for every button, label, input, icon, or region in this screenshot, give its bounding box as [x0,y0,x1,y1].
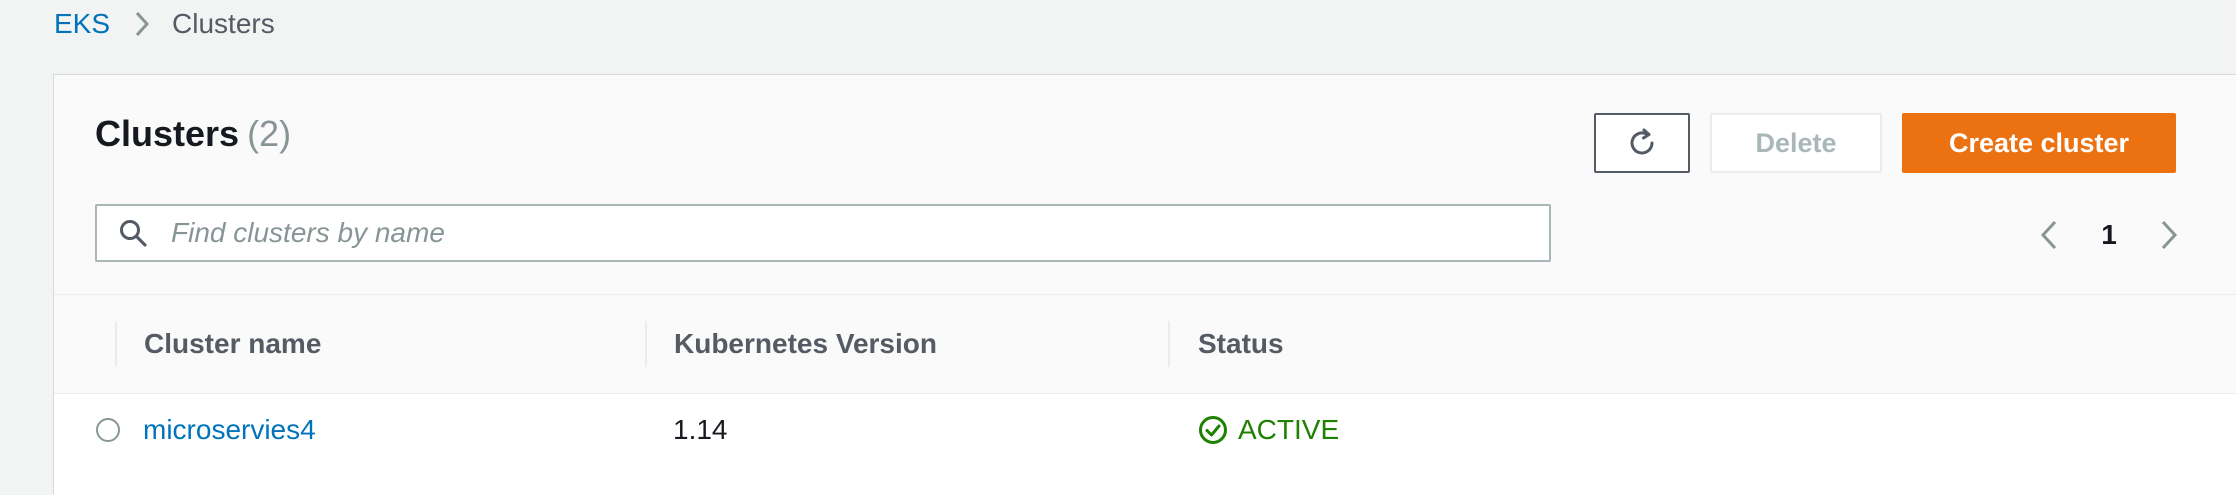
create-cluster-button[interactable]: Create cluster [1902,113,2176,173]
pagination: 1 [2029,215,2189,255]
kubernetes-version: 1.14 [673,414,728,445]
breadcrumb-current: Clusters [172,8,275,39]
table-header: Cluster name Kubernetes Version Status [54,294,2236,394]
search-input[interactable] [169,205,1549,261]
status-text: ACTIVE [1238,414,1340,445]
status-badge: ACTIVE [1198,394,1339,466]
search-box [95,204,1551,262]
delete-button[interactable]: Delete [1710,113,1882,173]
clusters-panel: Clusters(2) Delete Create cluster 1 [53,74,2236,495]
breadcrumb-eks-link[interactable]: EKS [54,8,110,40]
refresh-button[interactable] [1594,113,1690,173]
search-icon [97,218,169,248]
column-header-kubernetes-version[interactable]: Kubernetes Version [674,295,937,393]
clusters-title: Clusters [95,113,240,154]
clusters-count: (2) [247,113,292,154]
chevron-right-icon [134,11,150,37]
previous-page-icon[interactable] [2029,215,2069,255]
current-page-number[interactable]: 1 [2069,219,2149,251]
refresh-icon [1625,126,1659,160]
column-divider [115,321,117,367]
check-circle-icon [1198,415,1228,445]
column-header-cluster-name[interactable]: Cluster name [144,295,321,393]
table-row[interactable]: microservies4 1.14 ACTIVE [54,394,2236,495]
row-select-radio[interactable] [96,418,120,442]
cluster-name-link[interactable]: microservies4 [143,394,316,466]
column-divider [645,321,647,367]
next-page-icon[interactable] [2149,215,2189,255]
column-divider [1168,321,1170,367]
page-title: Clusters (2) [95,113,291,155]
column-header-status[interactable]: Status [1198,295,1284,393]
breadcrumb: EKS Clusters [54,6,275,42]
